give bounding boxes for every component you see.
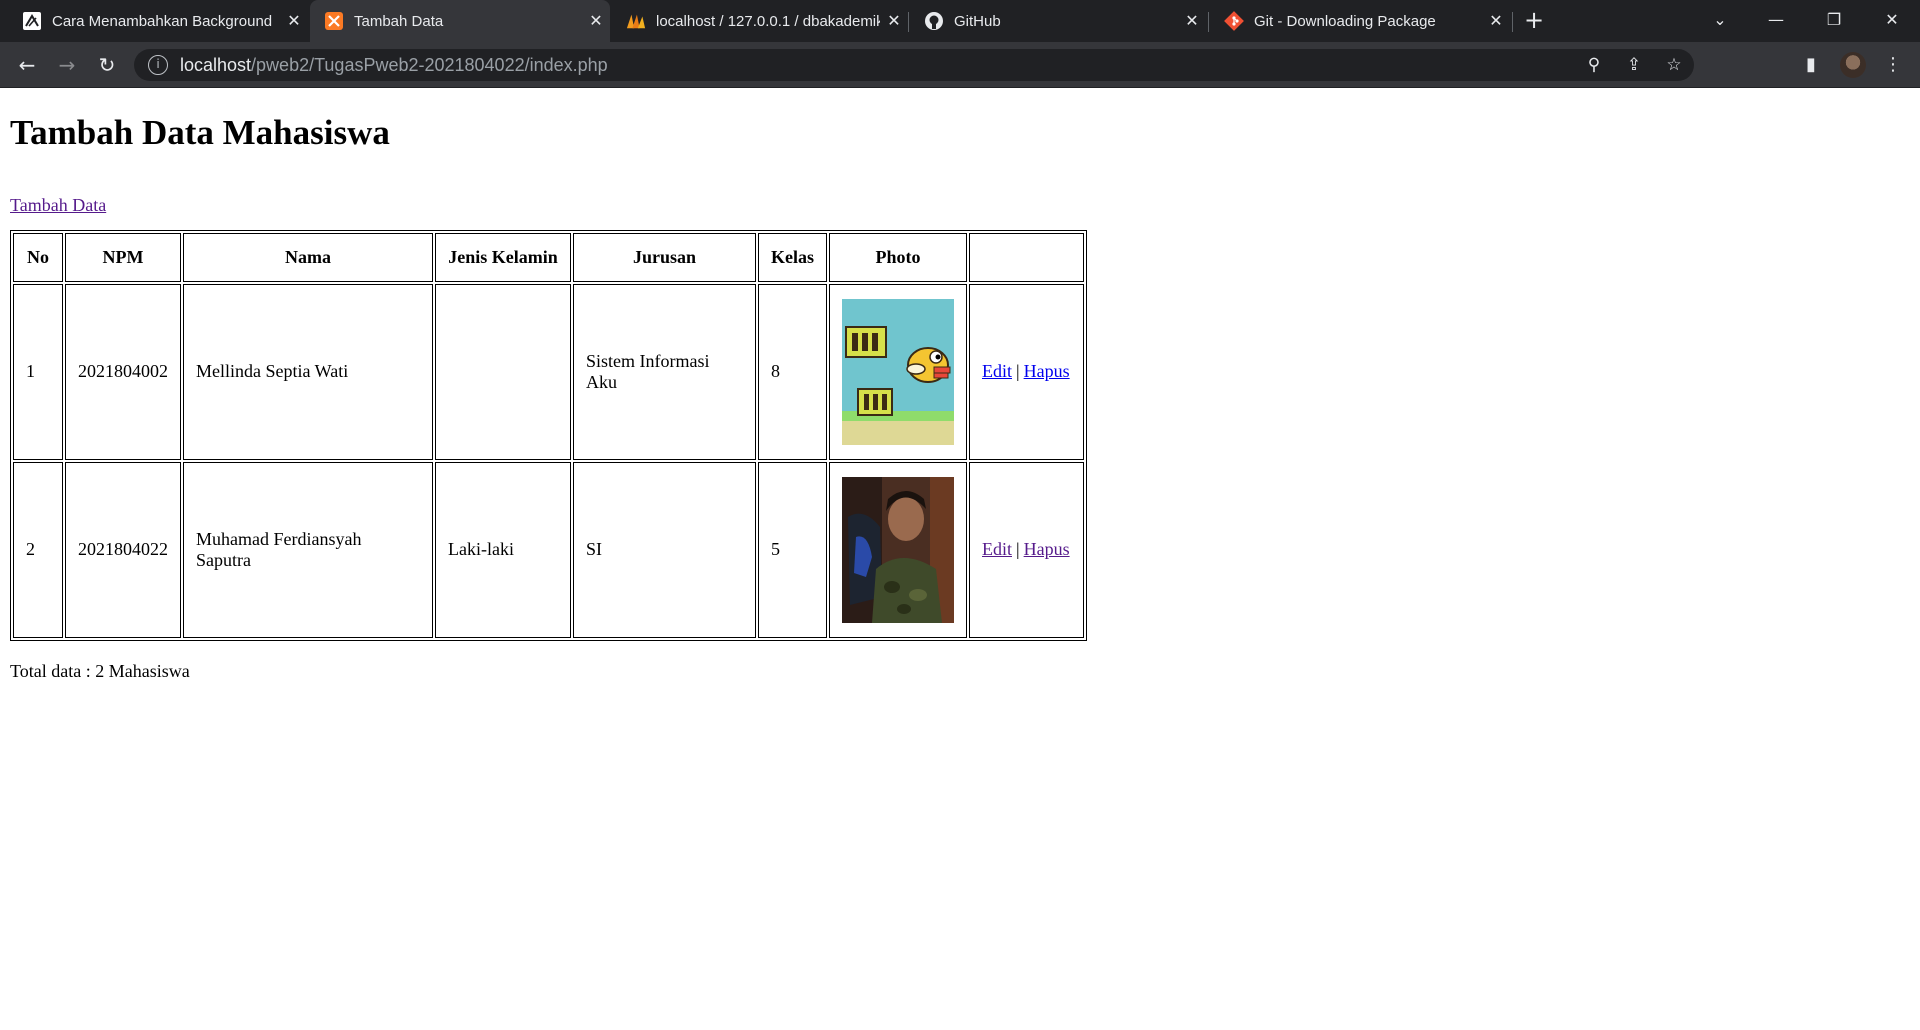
page-title: Tambah Data Mahasiswa [10,113,390,152]
column-header-nama: Nama [183,232,433,282]
cell-jenis-kelamin [435,283,571,460]
url-text: localhost/pweb2/TugasPweb2-2021804022/in… [180,54,608,75]
tab-divider [908,12,909,32]
tab-title: Git - Downloading Package [1254,12,1436,30]
close-tab-icon[interactable]: ✕ [582,11,610,31]
table-row: 1 2021804002 Mellinda Septia Wati Sistem… [13,283,1084,460]
xampp-favicon-icon [324,11,344,31]
column-header-photo: Photo [829,232,967,282]
delete-link[interactable]: Hapus [1024,361,1070,381]
column-header-jenis-kelamin: Jenis Kelamin [435,232,571,282]
cell-kelas: 5 [758,461,827,638]
close-tab-icon[interactable]: ✕ [1482,11,1510,31]
cell-no: 2 [13,461,63,638]
address-bar[interactable]: i localhost/pweb2/TugasPweb2-2021804022/… [134,49,1694,81]
column-header-npm: NPM [65,232,181,282]
bookmark-star-icon[interactable]: ☆ [1654,55,1694,75]
delete-link[interactable]: Hapus [1024,539,1070,559]
tab-title: GitHub [954,12,1001,30]
tab-search-chevron-icon[interactable]: ⌄ [1692,0,1748,42]
share-icon[interactable]: ⇪ [1614,55,1654,75]
close-tab-icon[interactable]: ✕ [280,11,308,31]
column-header-no: No [13,232,63,282]
table-header-row: No NPM Nama Jenis Kelamin Jurusan Kelas … [13,232,1084,282]
git-favicon-icon [1224,11,1244,31]
browser-tab-3[interactable]: localhost / 127.0.0.1 / dbakademik ✕ [612,0,908,42]
cell-photo [829,283,967,460]
browser-toolbar: ← → ↻ i localhost/pweb2/TugasPweb2-20218… [0,42,1920,88]
browser-menu-kebab-icon[interactable]: ⋮ [1878,50,1908,80]
avatar [1840,52,1866,78]
browser-tab-strip: Cara Menambahkan Background ✕ Tambah Dat… [0,0,1920,42]
tab-divider [1512,12,1513,32]
tab-title: Tambah Data [354,12,444,30]
blog-favicon-icon [22,11,42,31]
zoom-magnifier-icon[interactable]: ⚲ [1574,55,1614,75]
column-header-actions [969,232,1084,282]
cell-jurusan: SI [573,461,756,638]
page-content: Tambah Data Mahasiswa Tambah Data No NPM… [0,88,1920,682]
side-panel-icon[interactable]: ▮ [1796,50,1826,80]
edit-link[interactable]: Edit [982,361,1012,381]
cell-photo [829,461,967,638]
reload-icon[interactable]: ↻ [92,50,122,80]
table-row: 2 2021804022 Muhamad Ferdiansyah Saputra… [13,461,1084,638]
tab-title: Cara Menambahkan Background [52,12,273,30]
add-data-link[interactable]: Tambah Data [10,195,106,216]
tab-title: localhost / 127.0.0.1 / dbakademik [656,12,880,30]
address-bar-actions: ⚲ ⇪ ☆ [1574,49,1694,81]
cell-no: 1 [13,283,63,460]
new-tab-plus-icon[interactable]: + [1519,6,1549,36]
flappy-bird-image [842,298,954,445]
browser-tab-5[interactable]: Git - Downloading Package ✕ [1210,0,1510,42]
browser-tab-4[interactable]: GitHub ✕ [910,0,1206,42]
cell-npm: 2021804002 [65,283,181,460]
cell-actions: Edit | Hapus [969,461,1084,638]
browser-tab-1[interactable]: Cara Menambahkan Background ✕ [8,0,308,42]
restore-window-icon[interactable]: ❐ [1806,0,1862,42]
column-header-jurusan: Jurusan [573,232,756,282]
close-tab-icon[interactable]: ✕ [1178,11,1206,31]
site-info-icon[interactable]: i [148,55,168,75]
total-data-text: Total data : 2 Mahasiswa [10,660,190,681]
action-separator: | [1016,539,1020,559]
back-arrow-icon[interactable]: ← [12,50,42,80]
cell-jenis-kelamin: Laki-laki [435,461,571,638]
action-separator: | [1016,361,1020,381]
close-window-icon[interactable]: ✕ [1864,0,1920,42]
cell-kelas: 8 [758,283,827,460]
cell-nama: Muhamad Ferdiansyah Saputra [183,461,433,638]
cell-actions: Edit | Hapus [969,283,1084,460]
column-header-kelas: Kelas [758,232,827,282]
browser-tab-2-active[interactable]: Tambah Data ✕ [310,0,610,42]
tab-divider [1208,12,1209,32]
student-table: No NPM Nama Jenis Kelamin Jurusan Kelas … [10,229,1087,641]
edit-link[interactable]: Edit [982,539,1012,559]
profile-avatar[interactable] [1838,50,1868,80]
cell-jurusan: Sistem Informasi Aku [573,283,756,460]
forward-arrow-icon[interactable]: → [52,50,82,80]
phpmyadmin-favicon-icon [626,11,646,31]
cell-nama: Mellinda Septia Wati [183,283,433,460]
cell-npm: 2021804022 [65,461,181,638]
github-favicon-icon [924,11,944,31]
student-portrait-image [842,476,954,623]
close-tab-icon[interactable]: ✕ [880,11,908,31]
minimize-window-icon[interactable]: — [1748,0,1804,42]
